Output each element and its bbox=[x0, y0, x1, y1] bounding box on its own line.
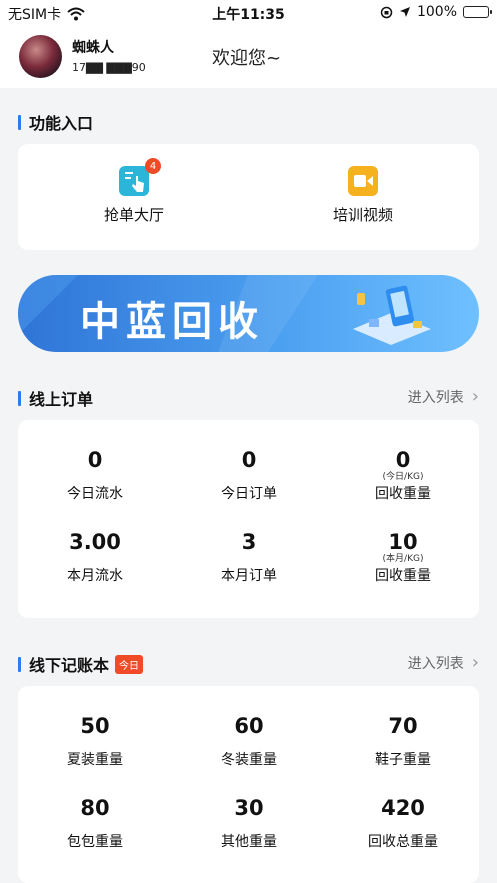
stat-value: 420 bbox=[381, 796, 425, 820]
battery-percent: 100% bbox=[416, 4, 457, 20]
stat-today-revenue[interactable]: 0 今日流水 bbox=[25, 448, 165, 503]
stat-label: 其他重量 bbox=[221, 834, 277, 850]
stat-unit bbox=[179, 554, 319, 565]
online-orders-card: 0 今日流水 0 今日订单 0 (今日/KG) 回收重量 3.00 本月流水 3… bbox=[18, 420, 479, 618]
orientation-lock-icon bbox=[380, 6, 393, 18]
chevron-right-icon: › bbox=[471, 652, 479, 673]
stat-value: 3 bbox=[241, 530, 257, 554]
stat-value: 60 bbox=[234, 714, 264, 738]
list-link-label: 进入列表 bbox=[407, 655, 464, 672]
user-header: 蜘蛛人 17▇▇ ▇▇▇90 欢迎您~ bbox=[0, 26, 497, 88]
chevron-right-icon: › bbox=[471, 386, 479, 407]
list-link-label: 进入列表 bbox=[407, 389, 464, 406]
stat-label: 本月流水 bbox=[67, 568, 123, 584]
location-arrow-icon bbox=[399, 7, 410, 17]
stat-bags-weight[interactable]: 80 包包重量 bbox=[25, 796, 165, 851]
func-label-training: 培训视频 bbox=[332, 206, 393, 224]
stat-label: 包包重量 bbox=[67, 834, 123, 850]
functions-card: 4 抢单大厅 培训视频 bbox=[18, 144, 479, 250]
section-accent-bar bbox=[18, 656, 21, 672]
welcome-text: 欢迎您~ bbox=[212, 48, 282, 69]
stat-label: 冬装重量 bbox=[221, 752, 277, 768]
grab-order-hall-button[interactable]: 4 抢单大厅 bbox=[90, 158, 178, 225]
stat-unit bbox=[179, 820, 319, 831]
stat-winter-clothes-weight[interactable]: 60 冬装重量 bbox=[179, 714, 319, 769]
stat-unit bbox=[25, 738, 165, 749]
stat-unit: (今日/KG) bbox=[382, 472, 424, 482]
stat-value: 0 bbox=[87, 448, 103, 472]
stat-month-weight[interactable]: 10 (本月/KG) 回收重量 bbox=[333, 530, 473, 585]
func-label-grab-order: 抢单大厅 bbox=[103, 206, 164, 224]
avatar[interactable] bbox=[19, 35, 62, 78]
stat-label: 今日订单 bbox=[221, 486, 277, 502]
stat-unit bbox=[333, 820, 473, 831]
stat-value: 70 bbox=[388, 714, 418, 738]
section-accent-bar bbox=[18, 114, 21, 130]
stat-month-orders[interactable]: 3 本月订单 bbox=[179, 530, 319, 585]
stat-label: 今日流水 bbox=[67, 486, 123, 502]
stat-shoes-weight[interactable]: 70 鞋子重量 bbox=[333, 714, 473, 769]
order-count-badge: 4 bbox=[145, 158, 161, 174]
banner-title: 中蓝回收 bbox=[80, 299, 264, 345]
status-right: 100% bbox=[380, 4, 492, 20]
section-title-text: 线上订单 bbox=[29, 390, 94, 409]
stat-summer-clothes-weight[interactable]: 50 夏装重量 bbox=[25, 714, 165, 769]
user-name: 蜘蛛人 bbox=[72, 40, 114, 56]
recycle-illustration-icon bbox=[353, 285, 431, 345]
stat-month-revenue[interactable]: 3.00 本月流水 bbox=[25, 530, 165, 585]
stat-other-weight[interactable]: 30 其他重量 bbox=[179, 796, 319, 851]
section-title-text: 功能入口 bbox=[29, 114, 94, 133]
stat-unit bbox=[179, 472, 319, 483]
offline-book-card: 50 夏装重量 60 冬装重量 70 鞋子重量 80 包包重量 30 其他重量 … bbox=[18, 686, 479, 883]
stat-unit bbox=[25, 820, 165, 831]
section-title-functions: 功能入口 bbox=[18, 110, 93, 134]
online-orders-list-link[interactable]: 进入列表 › bbox=[408, 386, 479, 407]
section-title-offline-book: 线下记账本 今日 bbox=[18, 652, 144, 676]
hand-tap-icon: 4 bbox=[119, 158, 161, 196]
stat-total-weight[interactable]: 420 回收总重量 bbox=[333, 796, 473, 851]
stat-label: 本月订单 bbox=[221, 568, 277, 584]
stat-today-weight[interactable]: 0 (今日/KG) 回收重量 bbox=[333, 448, 473, 503]
stat-value: 80 bbox=[80, 796, 110, 820]
offline-book-list-link[interactable]: 进入列表 › bbox=[408, 652, 479, 673]
stat-value: 50 bbox=[80, 714, 110, 738]
promo-banner[interactable]: 中蓝回收 bbox=[18, 275, 479, 352]
user-phone: 17▇▇ ▇▇▇90 bbox=[72, 61, 146, 74]
section-title-text: 线下记账本 bbox=[29, 656, 110, 675]
stat-value: 30 bbox=[234, 796, 264, 820]
stat-value: 3.00 bbox=[69, 530, 121, 554]
status-bar: 无SIM卡 上午11:35 100% bbox=[0, 0, 497, 26]
stat-unit bbox=[333, 738, 473, 749]
stat-value: 10 bbox=[388, 530, 418, 554]
video-camera-icon bbox=[348, 166, 378, 196]
training-video-button[interactable]: 培训视频 bbox=[319, 166, 407, 225]
stat-unit: (本月/KG) bbox=[382, 554, 424, 564]
section-accent-bar bbox=[18, 390, 21, 406]
stat-unit bbox=[179, 738, 319, 749]
stat-unit bbox=[25, 472, 165, 483]
battery-icon bbox=[463, 6, 492, 18]
stat-today-orders[interactable]: 0 今日订单 bbox=[179, 448, 319, 503]
stat-value: 0 bbox=[395, 448, 411, 472]
stat-label: 鞋子重量 bbox=[375, 752, 431, 768]
stat-label: 回收重量 bbox=[375, 486, 431, 502]
section-title-online-orders: 线上订单 bbox=[18, 386, 93, 410]
stat-label: 回收总重量 bbox=[368, 834, 438, 850]
stat-label: 夏装重量 bbox=[67, 752, 123, 768]
stat-value: 0 bbox=[241, 448, 257, 472]
stat-unit bbox=[25, 554, 165, 565]
stat-label: 回收重量 bbox=[375, 568, 431, 584]
today-badge: 今日 bbox=[115, 654, 144, 674]
